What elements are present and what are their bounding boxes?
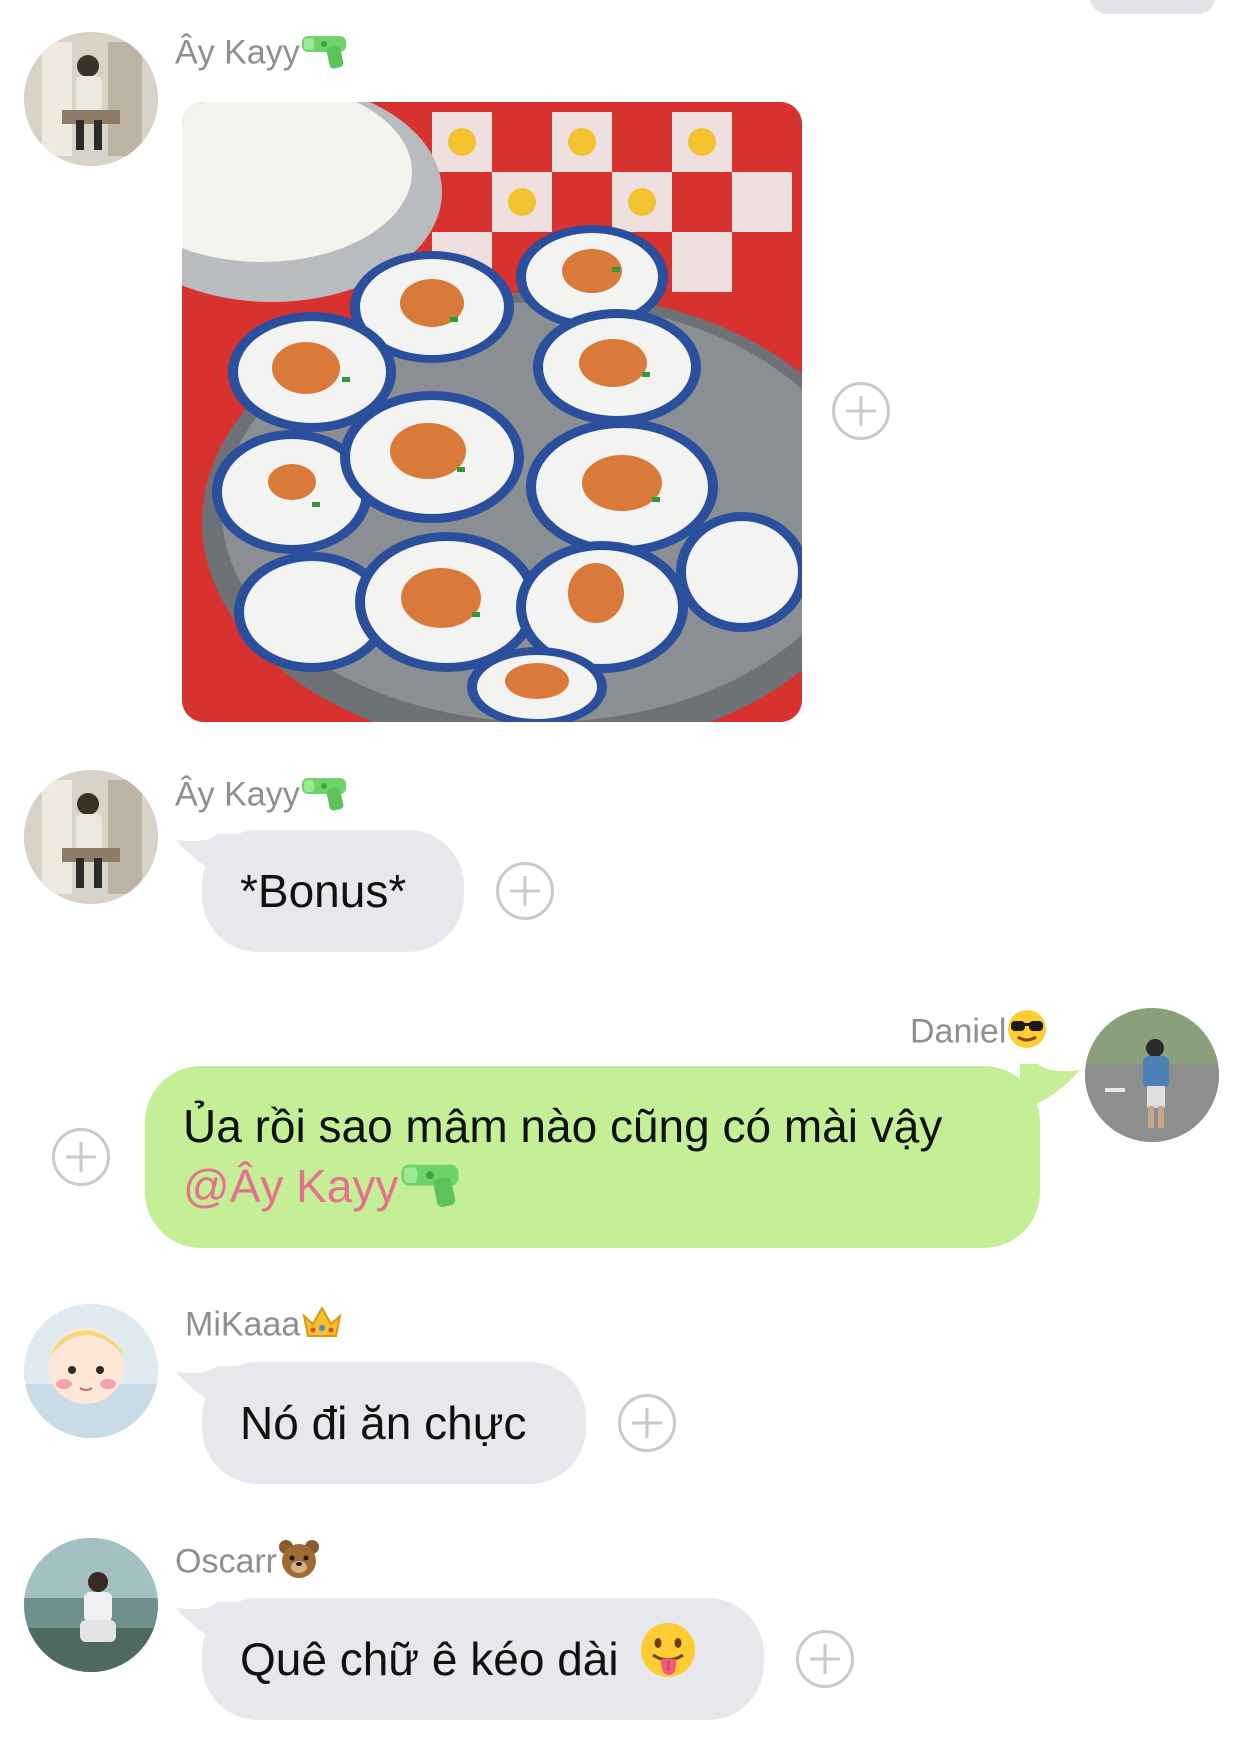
add-reaction-button[interactable]	[52, 1128, 110, 1186]
add-reaction-button[interactable]	[796, 1630, 854, 1688]
message-bubble[interactable]: Quê chữ ê kéo dài	[202, 1598, 764, 1720]
add-reaction-button[interactable]	[496, 862, 554, 920]
add-reaction-button[interactable]	[832, 382, 890, 440]
sender-name-text: MiKaaa	[185, 1305, 301, 1344]
water-pistol-icon	[300, 30, 348, 79]
message-text: Nó đi ăn chực	[240, 1397, 527, 1449]
shared-photo-banh-beo[interactable]	[182, 102, 802, 722]
sender-name: MiKaaa	[185, 1302, 344, 1351]
avatar-mikaaa[interactable]	[24, 1304, 158, 1438]
sender-name-text: Ây Kayy	[175, 33, 300, 72]
sender-name: Ây Kayy	[175, 30, 348, 79]
sender-name: Ây Kayy	[175, 772, 348, 821]
avatar-ay-kayy[interactable]	[24, 32, 158, 166]
message-bubble[interactable]: *Bonus*	[202, 830, 464, 952]
message-text: Quê chữ ê kéo dài	[240, 1633, 619, 1685]
sender-name: Oscarr	[175, 1538, 321, 1589]
avatar-ay-kayy[interactable]	[24, 770, 158, 904]
sender-name-text: Daniel	[910, 1012, 1007, 1051]
add-reaction-button[interactable]	[618, 1394, 676, 1452]
water-pistol-icon	[300, 772, 348, 821]
avatar-daniel[interactable]	[1085, 1008, 1219, 1142]
message-text: *Bonus*	[240, 865, 407, 917]
message-text: Ủa rồi sao mâm nào cũng có mài vậy	[183, 1100, 943, 1152]
avatar-oscarr[interactable]	[24, 1538, 158, 1672]
tongue-face-icon	[639, 1602, 697, 1724]
sender-name-text: Oscarr	[175, 1542, 277, 1581]
sender-name: Daniel	[910, 1008, 1048, 1059]
message-bubble[interactable]: Nó đi ăn chực	[202, 1362, 586, 1484]
date-pill	[1090, 0, 1215, 14]
sunglasses-face-icon	[1006, 1008, 1048, 1059]
bear-face-icon	[277, 1538, 321, 1589]
crown-icon	[300, 1302, 344, 1351]
sender-name-text: Ây Kayy	[175, 775, 300, 814]
message-bubble-outgoing[interactable]: Ủa rồi sao mâm nào cũng có mài vậy @Ây K…	[145, 1066, 1040, 1248]
mention-link[interactable]: @Ây Kayy	[183, 1160, 398, 1212]
water-pistol-icon	[398, 1157, 462, 1223]
